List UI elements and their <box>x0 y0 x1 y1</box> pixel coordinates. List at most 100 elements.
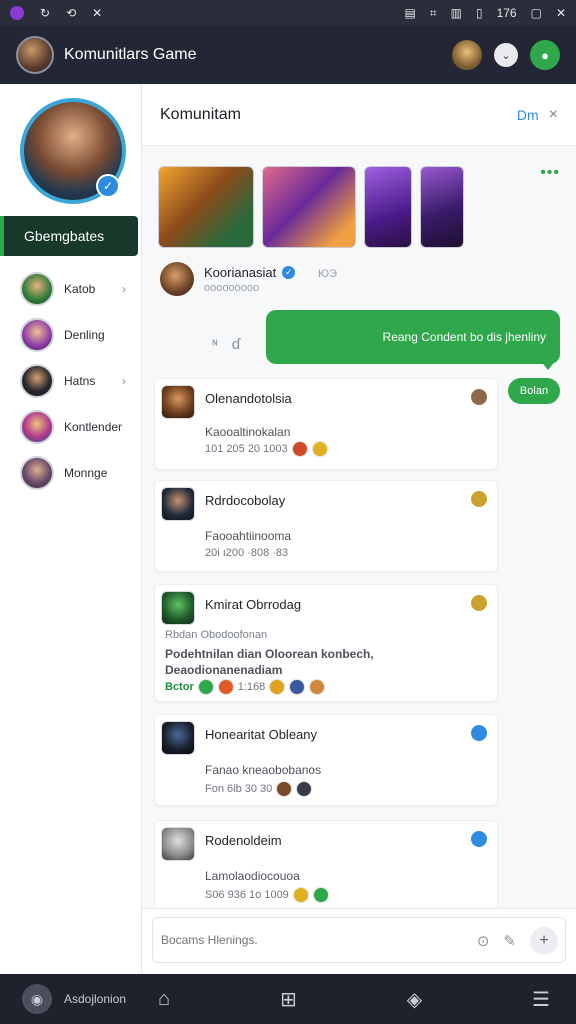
list-item[interactable]: Kmirat Obrrodag Rbdan Obodoofonan Podeht… <box>154 584 498 702</box>
sidebar-item-active[interactable]: Gbemgbates <box>0 216 138 256</box>
chevron-right-icon: › <box>122 374 126 388</box>
refresh-icon: ⟲ <box>66 6 77 20</box>
hash-icon: ⌗ <box>429 6 437 20</box>
status-bar: ↻ ⟲ ✕ ▤ ⌗ ▥ ▯ 176 ▢ ✕ <box>0 0 576 26</box>
panel-header: Komunitam Dm × <box>142 84 576 146</box>
avatar <box>20 318 54 352</box>
status-icon <box>471 831 487 847</box>
item-title: Kmirat Obrrodag <box>205 597 302 612</box>
app-icon <box>10 6 24 20</box>
avatar <box>161 385 195 419</box>
status-icon <box>471 491 487 507</box>
status-icon <box>471 725 487 741</box>
sidebar-item-label: Kontlender <box>64 420 123 434</box>
sidebar-item-label: Denling <box>64 328 105 342</box>
item-subtitle: Lamolaodiocouoa <box>205 869 300 883</box>
compass-icon[interactable]: ◈ <box>407 987 422 1012</box>
list-item[interactable]: Honearitat Obleany Fanao kneaobobanos Fo… <box>154 714 498 806</box>
item-title: Olenandotolsia <box>205 391 292 406</box>
item-subtitle: Kaooaltinokalan <box>205 425 291 439</box>
bubble-tail <box>540 360 556 370</box>
item-subtitle: Rbdan Obodoofonan <box>165 629 268 641</box>
gallery-image[interactable] <box>262 166 356 248</box>
app-title: Komunitlars Game <box>64 46 197 63</box>
circle-arrow-icon: ↻ <box>40 6 51 20</box>
avatar[interactable] <box>160 262 194 296</box>
menu-icon[interactable]: ☰ <box>532 987 550 1012</box>
item-meta: 101 205 20 1003 <box>205 443 288 455</box>
badge-icon <box>289 679 306 695</box>
list-item[interactable]: Rdrdocobolay Faooahtiinooma 20i ı200 ·80… <box>154 480 498 572</box>
item-title: Rdrdocobolay <box>205 493 286 508</box>
like-icon[interactable]: ᶰ <box>212 336 218 353</box>
list-item[interactable]: Rodenoldeim Lamolaodiocouoa S06 936 1o 1… <box>154 820 498 912</box>
reaction-bar: ᶰ ɗ <box>212 336 240 353</box>
sidebar-item-label: Hatns <box>64 374 96 388</box>
close-icon[interactable]: × <box>549 106 558 124</box>
chevron-down-icon[interactable]: ⌄ <box>494 43 518 67</box>
square-icon: ▢ <box>530 6 542 20</box>
post-author[interactable]: Koorianasiat <box>204 265 276 280</box>
profile-icon[interactable]: ● <box>530 40 560 70</box>
sidebar-item[interactable]: Hatns › <box>0 358 142 404</box>
avatar <box>161 487 195 521</box>
bottom-nav: ◉ Asdojlonion ⌂ ⊞ ◈ ☰ <box>0 974 576 1024</box>
attach-icon[interactable]: ⊙ <box>477 932 490 950</box>
sidebar-item[interactable]: Katob › <box>0 266 142 312</box>
badge-icon <box>296 781 313 797</box>
item-highlight: Deaodionanenadiam <box>165 663 283 677</box>
home-icon[interactable]: ⌂ <box>158 988 170 1011</box>
avatar <box>161 827 195 861</box>
item-subtitle: Fanao kneaobobanos <box>205 763 322 777</box>
item-tag: Bctor <box>165 681 194 693</box>
avatar <box>20 364 54 398</box>
item-subtitle: Faooahtiinooma <box>205 529 292 543</box>
avatar <box>161 721 195 755</box>
more-icon[interactable]: ••• <box>540 164 560 182</box>
app-header: Komunitlars Game ⌄ ● <box>0 26 576 84</box>
grid-icon[interactable]: ⊞ <box>280 987 297 1012</box>
user-avatar[interactable] <box>16 36 54 74</box>
badge-icon <box>269 679 286 695</box>
verified-icon: ✓ <box>282 265 296 279</box>
avatar <box>20 410 54 444</box>
image-gallery <box>158 166 464 248</box>
badge-icon <box>291 441 308 457</box>
badge-icon <box>312 887 329 903</box>
badge-icon <box>311 441 328 457</box>
badge-icon <box>292 887 309 903</box>
item-highlight: Podehtnilan dian Oloorean konbech, <box>165 647 374 661</box>
list-item[interactable]: Olenandotolsia Kaooaltinokalan 101 205 2… <box>154 378 498 470</box>
bottom-user-label[interactable]: Asdojlonion <box>64 992 126 1006</box>
sidebar-item[interactable]: Monnge <box>0 450 142 496</box>
user-avatar-icon[interactable]: ◉ <box>22 984 52 1014</box>
item-title: Rodenoldeim <box>205 833 282 848</box>
item-title: Honearitat Obleany <box>205 727 318 742</box>
sidebar-item-label: Katob <box>64 282 96 296</box>
reply-icon[interactable]: ɗ <box>232 336 240 353</box>
avatar <box>20 456 54 490</box>
add-button[interactable]: + <box>530 927 558 955</box>
sidebar-list: Katob › Denling Hatns › Kontlender Monng… <box>0 266 142 496</box>
sidebar-item[interactable]: Denling <box>0 312 142 358</box>
main-panel: Komunitam Dm × ••• Koorianasiat ✓ oooooo… <box>142 84 576 974</box>
composer: ⊙ ✎ + <box>142 908 576 974</box>
close-icon: ✕ <box>555 6 566 20</box>
avatar <box>20 272 54 306</box>
edit-icon[interactable]: ✎ <box>503 932 516 950</box>
page-title: Komunitam <box>160 105 241 123</box>
friend-avatar[interactable] <box>452 40 482 70</box>
item-meta: S06 936 1o 1009 <box>205 889 289 901</box>
vibrate-icon: ▥ <box>450 6 462 20</box>
gallery-image[interactable] <box>420 166 464 248</box>
status-icon <box>471 595 487 611</box>
close-icon: ✕ <box>92 6 103 20</box>
message-bubble: Reang Condent bo dis jhenliny <box>266 310 560 364</box>
reply-button[interactable]: Bolan <box>508 378 560 404</box>
sidebar-item[interactable]: Kontlender <box>0 404 142 450</box>
gallery-image[interactable] <box>158 166 254 248</box>
gallery-image[interactable] <box>364 166 412 248</box>
dm-button[interactable]: Dm <box>517 107 539 123</box>
keyboard-icon: ▤ <box>404 6 416 20</box>
badge-icon <box>197 679 214 695</box>
